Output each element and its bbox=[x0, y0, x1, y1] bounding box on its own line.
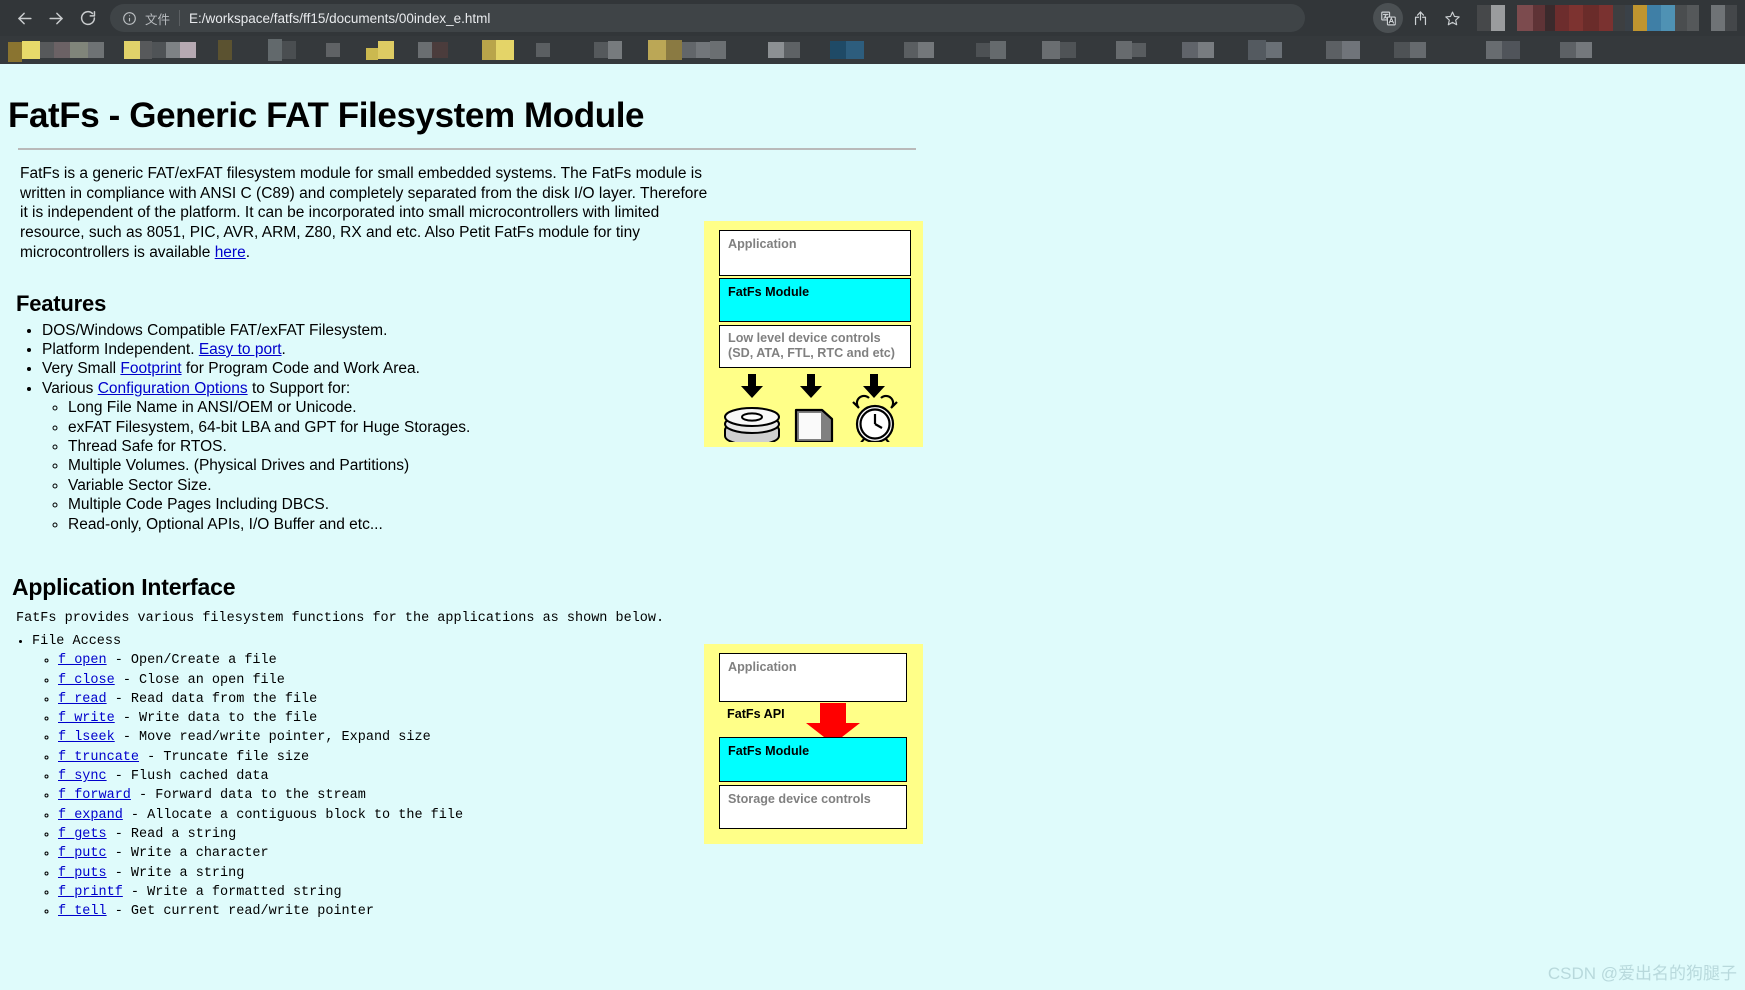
f-sync-link[interactable]: f_sync bbox=[58, 769, 107, 784]
f-lseek-link[interactable]: f_lseek bbox=[58, 730, 115, 745]
feature-text: Various bbox=[42, 379, 98, 397]
f-forward-link[interactable]: f_forward bbox=[58, 788, 131, 803]
document-body: FatFs - Generic FAT Filesystem Module Fa… bbox=[0, 64, 1745, 921]
list-item: f_putc - Write a character bbox=[58, 844, 1745, 863]
feature-text: Very Small bbox=[42, 360, 121, 378]
function-description: - Move read/write pointer, Expand size bbox=[114, 730, 431, 746]
clock-icon bbox=[852, 374, 898, 442]
diagram1-application-box: Application bbox=[719, 230, 911, 276]
function-description: - Write a character bbox=[106, 846, 269, 862]
address-bar-url: E:/workspace/fatfs/ff15/documents/00inde… bbox=[189, 10, 491, 26]
feature-text: Platform Independent. bbox=[42, 340, 199, 358]
f-expand-link[interactable]: f_expand bbox=[58, 808, 123, 823]
browser-toolbar: 文件 E:/workspace/fatfs/ff15/documents/00i… bbox=[0, 0, 1745, 36]
page-viewport: FatFs - Generic FAT Filesystem Module Fa… bbox=[0, 64, 1745, 990]
diagram2-fatfs-module-box: FatFs Module bbox=[719, 737, 907, 782]
application-interface-heading: Application Interface bbox=[12, 573, 236, 600]
diagram2-storage-controls-box: Storage device controls bbox=[719, 785, 907, 829]
function-description: - Write data to the file bbox=[114, 711, 318, 727]
function-description: - Write a string bbox=[106, 865, 245, 881]
blurred-toolbar-region bbox=[1477, 5, 1737, 31]
browser-chrome: 文件 E:/workspace/fatfs/ff15/documents/00i… bbox=[0, 0, 1745, 64]
f-truncate-link[interactable]: f_truncate bbox=[58, 750, 139, 765]
intro-text-part2: . bbox=[245, 243, 251, 261]
here-link[interactable]: here bbox=[215, 244, 246, 261]
intro-paragraph: FatFs is a generic FAT/exFAT filesystem … bbox=[20, 164, 710, 263]
translate-icon[interactable] bbox=[1373, 3, 1403, 33]
f-close-link[interactable]: f_close bbox=[58, 673, 115, 688]
back-button[interactable] bbox=[8, 2, 40, 34]
easy-to-port-link[interactable]: Easy to port bbox=[199, 341, 282, 358]
feature-text-after: to Support for: bbox=[247, 379, 351, 397]
f-printf-link[interactable]: f_printf bbox=[58, 885, 123, 900]
blurred-bookmarks-region bbox=[0, 36, 1745, 64]
list-item: Variable Sector Size. bbox=[68, 476, 1745, 495]
list-item: f_tell - Get current read/write pointer bbox=[58, 902, 1745, 921]
reload-button[interactable] bbox=[72, 2, 104, 34]
function-description: - Truncate file size bbox=[139, 749, 310, 765]
list-item: Multiple Code Pages Including DBCS. bbox=[68, 495, 1745, 514]
toolbar-right-group bbox=[1369, 3, 1737, 33]
diagram1-fatfs-module-box: FatFs Module bbox=[719, 278, 911, 322]
list-item: Read-only, Optional APIs, I/O Buffer and… bbox=[68, 515, 1745, 534]
function-description: - Write a formatted string bbox=[122, 884, 342, 900]
function-description: - Forward data to the stream bbox=[130, 788, 366, 804]
low-level-line2: (SD, ATA, FTL, RTC and etc) bbox=[728, 346, 895, 360]
bookmarks-bar[interactable] bbox=[0, 36, 1745, 64]
memory-card-icon bbox=[794, 374, 834, 442]
f-open-link[interactable]: f_open bbox=[58, 653, 107, 668]
function-description: - Read a string bbox=[106, 826, 237, 842]
feature-text: DOS/Windows Compatible FAT/exFAT Filesys… bbox=[42, 321, 388, 339]
function-description: - Close an open file bbox=[114, 672, 285, 688]
architecture-diagram-2: Application FatFs API FatFs Module Stora… bbox=[704, 644, 923, 844]
fatfs-api-label: FatFs API bbox=[727, 707, 785, 721]
f-gets-link[interactable]: f_gets bbox=[58, 827, 107, 842]
diagram2-application-box: Application bbox=[719, 653, 907, 702]
disk-stack-icon bbox=[724, 374, 780, 442]
function-description: - Read data from the file bbox=[106, 691, 318, 707]
diagram1-low-level-box: Low level device controls (SD, ATA, FTL,… bbox=[719, 325, 911, 368]
f-putc-link[interactable]: f_putc bbox=[58, 846, 107, 861]
f-write-link[interactable]: f_write bbox=[58, 711, 115, 726]
list-item: f_puts - Write a string bbox=[58, 864, 1745, 883]
f-tell-link[interactable]: f_tell bbox=[58, 904, 107, 919]
page-title: FatFs - Generic FAT Filesystem Module bbox=[8, 96, 645, 135]
share-icon[interactable] bbox=[1405, 3, 1435, 33]
function-description: - Open/Create a file bbox=[106, 653, 277, 669]
omnibox-divider bbox=[179, 10, 181, 26]
low-level-line1: Low level device controls bbox=[728, 331, 881, 345]
appif-intro: FatFs provides various filesystem functi… bbox=[16, 610, 665, 626]
omnibox-wrapper: 文件 E:/workspace/fatfs/ff15/documents/00i… bbox=[110, 4, 1369, 32]
file-access-label: File Access bbox=[32, 633, 122, 649]
forward-button[interactable] bbox=[40, 2, 72, 34]
function-description: - Get current read/write pointer bbox=[106, 904, 374, 920]
configuration-options-link[interactable]: Configuration Options bbox=[98, 380, 248, 397]
feature-text-after: for Program Code and Work Area. bbox=[181, 360, 420, 378]
info-icon[interactable] bbox=[122, 11, 138, 26]
diagram1-device-icons bbox=[715, 372, 915, 444]
architecture-diagram-1: Application FatFs Module Low level devic… bbox=[704, 221, 923, 447]
title-divider bbox=[18, 148, 916, 150]
intro-text-part1: FatFs is a generic FAT/exFAT filesystem … bbox=[20, 165, 708, 261]
feature-text-after: . bbox=[281, 340, 286, 358]
csdn-watermark: CSDN @爱出名的狗腿子 bbox=[1547, 964, 1737, 983]
footprint-link[interactable]: Footprint bbox=[120, 360, 181, 377]
f-puts-link[interactable]: f_puts bbox=[58, 866, 107, 881]
function-description: - Allocate a contiguous block to the fil… bbox=[122, 807, 464, 823]
list-item: Multiple Volumes. (Physical Drives and P… bbox=[68, 456, 1745, 475]
file-scheme-label: 文件 bbox=[145, 12, 171, 27]
function-description: - Flush cached data bbox=[106, 769, 269, 785]
bookmark-star-icon[interactable] bbox=[1437, 3, 1467, 33]
list-item: f_printf - Write a formatted string bbox=[58, 883, 1745, 902]
address-bar[interactable]: 文件 E:/workspace/fatfs/ff15/documents/00i… bbox=[110, 4, 1305, 32]
f-read-link[interactable]: f_read bbox=[58, 692, 107, 707]
